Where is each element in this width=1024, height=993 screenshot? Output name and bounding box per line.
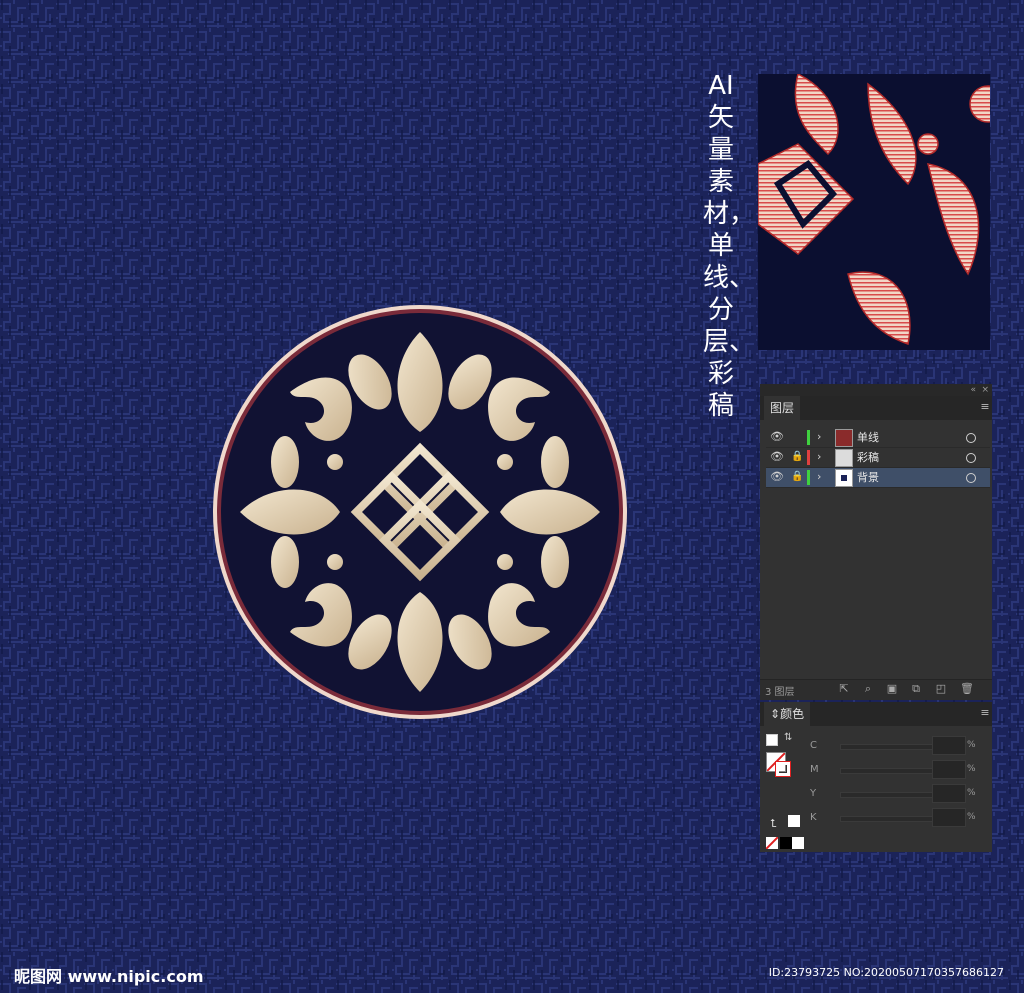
layers-bottombar: 3 图层 ⇱ ⌕ ▣ ⧉ ◰ 🗑 — [760, 679, 992, 700]
color-tab-label: 颜色 — [780, 707, 805, 721]
panel-menu-icon[interactable]: ≡ — [980, 400, 990, 414]
tab-color[interactable]: ⇕颜色 — [764, 702, 811, 726]
target-icon[interactable] — [966, 433, 976, 443]
channel-c-slider[interactable] — [840, 744, 942, 750]
layer-name[interactable]: 背景 — [857, 470, 879, 485]
export-icon[interactable]: ⇱ — [838, 683, 850, 695]
layer-color-bar — [807, 450, 810, 465]
web-safe-swatch[interactable] — [788, 815, 800, 827]
color-tabbar: ⇕颜色 ≡ — [760, 702, 992, 726]
trash-icon[interactable]: 🗑 — [960, 683, 974, 695]
channel-k-label: K — [810, 812, 817, 823]
vertical-title: AI矢量素材，单线、分层、彩稿 — [703, 71, 756, 421]
channel-k-input[interactable] — [932, 808, 966, 827]
channel-y-slider[interactable] — [840, 792, 942, 798]
channel-y-label: Y — [810, 788, 817, 799]
default-colors-icon[interactable] — [766, 734, 778, 746]
layer-color-bar — [807, 470, 810, 485]
ornamental-medallion — [213, 305, 627, 719]
layer-row-3[interactable]: 👁 🔒 › 背景 — [766, 468, 990, 488]
target-icon[interactable] — [966, 473, 976, 483]
detail-preview — [758, 74, 990, 350]
tab-layers[interactable]: 图层 — [764, 396, 801, 420]
white-swatch[interactable] — [792, 837, 804, 849]
percent-label: % — [967, 788, 976, 798]
out-of-gamut-icon[interactable]: ⮤ — [770, 817, 777, 831]
layer-thumbnail — [835, 429, 853, 447]
close-icon[interactable]: × — [981, 384, 989, 396]
panel-topbar: « × — [760, 384, 992, 396]
layer-color-bar — [807, 430, 810, 445]
chevron-right-icon[interactable]: › — [817, 430, 821, 444]
eye-icon[interactable]: 👁 — [770, 471, 784, 483]
percent-label: % — [967, 812, 976, 822]
layer-thumbnail — [835, 469, 853, 487]
layers-panel: « × 图层 ≡ 👁 › 单线 👁 🔒 › 彩稿 👁 🔒 › 背景 3 图层 ⇱ — [760, 384, 992, 700]
layer-thumbnail — [835, 449, 853, 467]
percent-label: % — [967, 764, 976, 774]
layer-name[interactable]: 单线 — [857, 430, 879, 445]
percent-label: % — [967, 740, 976, 750]
eye-icon[interactable]: 👁 — [770, 431, 784, 443]
chevron-right-icon[interactable]: › — [817, 450, 821, 464]
new-layer-icon[interactable]: ◰ — [935, 683, 947, 695]
search-icon[interactable]: ⌕ — [862, 683, 874, 695]
lock-icon[interactable]: 🔒 — [791, 451, 803, 463]
swap-icon[interactable]: ⇅ — [784, 732, 792, 743]
channel-y-input[interactable] — [932, 784, 966, 803]
channel-c-label: C — [810, 740, 817, 751]
panel-menu-icon[interactable]: ≡ — [980, 706, 990, 720]
layer-row-2[interactable]: 👁 🔒 › 彩稿 — [766, 448, 990, 468]
channel-m-input[interactable] — [932, 760, 966, 779]
new-sublayer-icon[interactable]: ⧉ — [910, 683, 922, 695]
lock-icon[interactable]: 🔒 — [791, 471, 803, 483]
id-watermark: ID:23793725 NO:20200507170357686127 — [768, 966, 1004, 979]
layer-count: 3 图层 — [765, 687, 795, 698]
clip-mask-icon[interactable]: ▣ — [886, 683, 898, 695]
layers-tabbar: 图层 ≡ — [760, 396, 992, 420]
channel-k-slider[interactable] — [840, 816, 942, 822]
color-panel: ⇕颜色 ≡ ⇅ C % M % Y % K % ⮤ — [760, 702, 992, 852]
black-swatch[interactable] — [780, 837, 792, 849]
chevron-right-icon[interactable]: › — [817, 470, 821, 484]
channel-m-slider[interactable] — [840, 768, 942, 774]
eye-icon[interactable]: 👁 — [770, 451, 784, 463]
channel-c-input[interactable] — [932, 736, 966, 755]
double-chevron-icon[interactable]: « — [970, 384, 976, 396]
layer-name[interactable]: 彩稿 — [857, 450, 879, 465]
stroke-swatch[interactable] — [775, 761, 791, 777]
layer-row-1[interactable]: 👁 › 单线 — [766, 428, 990, 448]
channel-m-label: M — [810, 764, 819, 775]
updown-icon: ⇕ — [770, 707, 781, 721]
none-swatch[interactable] — [765, 836, 779, 850]
target-icon[interactable] — [966, 453, 976, 463]
site-watermark: 昵图网 www.nipic.com — [14, 967, 204, 986]
